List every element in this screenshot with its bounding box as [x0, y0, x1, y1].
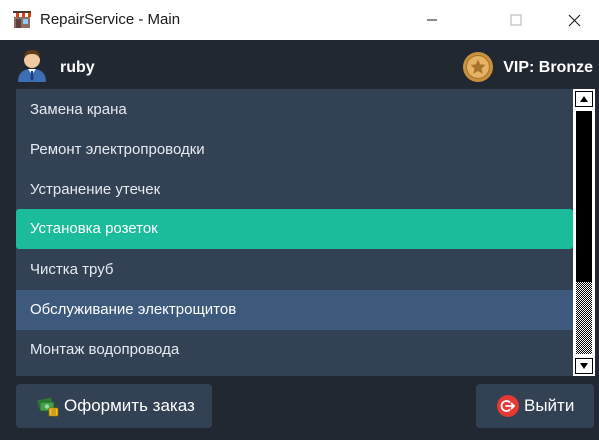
scroll-down-button[interactable] [575, 358, 593, 374]
service-list: Замена крана Ремонт электропроводки Устр… [16, 89, 573, 376]
list-item[interactable]: Чистка труб [16, 250, 573, 290]
list-item-hover[interactable]: Обслуживание электрощитов [16, 290, 573, 330]
place-order-label: Оформить заказ [64, 396, 195, 415]
main-content: ruby VIP: Bronze Замена крана Ремонт эле… [0, 40, 599, 440]
window-title: RepairService - Main [40, 11, 181, 28]
list-item[interactable]: Замена крана [16, 90, 573, 130]
star-medal-icon [463, 52, 493, 82]
scroll-thumb[interactable] [576, 282, 592, 354]
arrow-down-icon [580, 363, 588, 369]
maximize-icon [510, 14, 522, 26]
close-button[interactable] [545, 0, 599, 40]
exit-button[interactable]: Выйти [476, 384, 594, 428]
arrow-up-icon [580, 96, 588, 102]
user-avatar-icon [18, 50, 46, 82]
list-item[interactable]: Монтаж водопровода [16, 330, 573, 370]
username: ruby [60, 59, 95, 76]
scroll-up-button[interactable] [575, 91, 593, 107]
minimize-icon [427, 19, 437, 21]
maximize-button[interactable] [487, 0, 545, 40]
list-scrollbar[interactable] [573, 89, 595, 376]
logout-icon [497, 395, 519, 417]
list-item-selected[interactable]: Установка розеток [16, 209, 573, 249]
minimize-button[interactable] [403, 0, 461, 40]
close-icon [568, 14, 580, 26]
list-item[interactable]: Ремонт электропроводки [16, 130, 573, 170]
money-icon [37, 397, 59, 417]
place-order-button[interactable]: Оформить заказ [16, 384, 212, 428]
list-item[interactable]: Устранение утечек [16, 170, 573, 210]
repair-shop-icon [13, 11, 31, 28]
exit-label: Выйти [524, 396, 575, 415]
title-bar: RepairService - Main [0, 0, 599, 40]
vip-status-label: VIP: Bronze [503, 59, 593, 76]
